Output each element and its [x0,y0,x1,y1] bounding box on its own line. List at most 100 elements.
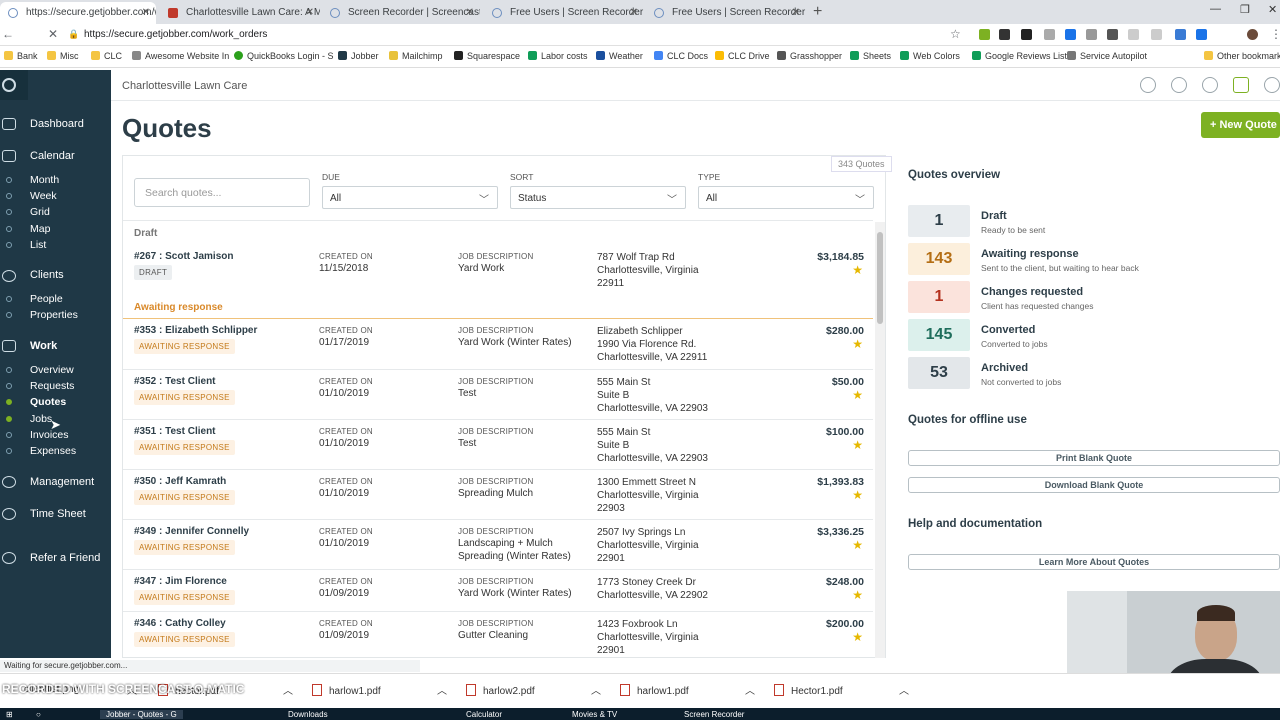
download-blank-quote-button[interactable]: Download Blank Quote [908,477,1280,493]
sidebar-item-calendar[interactable]: Calendar [30,150,75,162]
quote-number-client[interactable]: #350 : Jeff Kamrath [134,476,226,487]
scrollbar-thumb[interactable] [877,232,883,324]
search-icon[interactable] [1171,77,1187,93]
chevron-up-icon[interactable]: ︿ [283,682,293,697]
bookmark-google-reviews[interactable]: Google Reviews List [972,51,1067,61]
tab-jobber[interactable]: https://secure.getjobber.com/wo ✕ [0,2,156,24]
taskbar-search-icon[interactable]: ○ [36,710,41,719]
quote-row[interactable]: #352 : Test Client AWAITING RESPONSE CREAT… [123,370,873,420]
download-item[interactable]: harlow1.pdf ︿ [312,684,447,697]
star-icon[interactable]: ★ [852,630,863,644]
close-tab-icon[interactable]: ✕ [630,7,638,18]
bookmark-clc[interactable]: CLC [91,51,122,61]
bookmark-jobber[interactable]: Jobber [338,51,379,61]
stat-count[interactable]: 143 [908,243,970,275]
extension-evernote-icon[interactable] [979,29,990,40]
quote-number-client[interactable]: #352 : Test Client [134,376,216,387]
sidebar-item-management[interactable]: Management [30,476,94,488]
reload-icon[interactable]: ✕ [48,27,58,41]
sidebar-item-time-sheet[interactable]: Time Sheet [30,508,86,520]
sidebar-item-week[interactable]: Week [30,190,57,202]
sidebar-item-requests[interactable]: Requests [30,380,74,392]
extension-icon[interactable] [1196,29,1207,40]
apps-icon[interactable] [1140,77,1156,93]
quote-row[interactable]: #349 : Jennifer Connelly AWAITING RESPONS… [123,520,873,570]
taskbar-item-movies[interactable]: Movies & TV [572,710,617,719]
new-tab-button[interactable]: + [813,3,822,21]
sidebar-item-work[interactable]: Work [30,340,57,352]
quote-row[interactable]: #350 : Jeff Kamrath AWAITING RESPONSE CREA… [123,470,873,520]
windows-start-icon[interactable]: ⊞ [6,710,13,719]
bookmark-clc-drive[interactable]: CLC Drive [715,51,770,61]
stat-label[interactable]: Converted [981,324,1035,336]
extension-b-icon[interactable] [1021,29,1032,40]
sidebar-item-clients[interactable]: Clients [30,269,64,281]
quote-row[interactable]: #346 : Cathy Colley AWAITING RESPONSE CREA… [123,612,873,658]
sidebar-item-map[interactable]: Map [30,223,50,235]
chevron-up-icon[interactable]: ︿ [591,682,601,697]
sidebar-item-jobs[interactable]: Jobs [30,413,52,425]
extension-icon[interactable] [1128,29,1139,40]
extension-icon[interactable] [1086,29,1097,40]
bookmark-mailchimp[interactable]: Mailchimp [389,51,443,61]
learn-more-button[interactable]: Learn More About Quotes [908,554,1280,570]
quote-row[interactable]: #347 : Jim Florence AWAITING RESPONSE CREA… [123,570,873,612]
quote-number-client[interactable]: #267 : Scott Jamison [134,251,233,262]
download-item[interactable]: Hector1.pdf ︿ [774,684,909,697]
chevron-up-icon[interactable]: ︿ [437,682,447,697]
bookmark-weather[interactable]: Weather [596,51,643,61]
sidebar-item-people[interactable]: People [30,293,63,305]
extension-icon[interactable] [999,29,1010,40]
sidebar-item-quotes[interactable]: Quotes [30,396,66,408]
sidebar-item-month[interactable]: Month [30,174,59,186]
quote-number-client[interactable]: #346 : Cathy Colley [134,618,226,629]
taskbar-item-screen-recorder[interactable]: Screen Recorder [684,710,744,719]
stat-label[interactable]: Archived [981,362,1028,374]
chevron-up-icon[interactable]: ︿ [899,682,909,697]
settings-gear-icon[interactable] [1264,77,1280,93]
bookmark-service-autopilot[interactable]: Service Autopilot [1067,51,1147,61]
chevron-up-icon[interactable]: ︿ [745,682,755,697]
quote-row[interactable]: #353 : Elizabeth Schlipper AWAITING RESPO… [123,319,873,370]
close-tab-icon[interactable]: ✕ [306,7,314,18]
bookmark-bank[interactable]: Bank [4,51,38,61]
close-tab-icon[interactable]: ✕ [792,7,800,18]
extension-new-icon[interactable] [1065,29,1076,40]
quote-number-client[interactable]: #351 : Test Client [134,426,216,437]
close-window-icon[interactable]: ✕ [1268,3,1277,16]
star-icon[interactable]: ★ [852,538,863,552]
profile-avatar-icon[interactable] [1247,29,1258,40]
tab-free-users-2[interactable]: Free Users | Screen Recorder & V✕ [646,2,806,24]
star-icon[interactable]: ★ [852,388,863,402]
new-quote-button[interactable]: + New Quote [1201,112,1280,138]
sidebar-item-list[interactable]: List [30,239,46,251]
stat-label[interactable]: Awaiting response [981,248,1079,260]
star-icon[interactable]: ★ [852,588,863,602]
search-input[interactable]: Search quotes... [134,178,310,207]
quote-number-client[interactable]: #349 : Jennifer Connelly [134,526,249,537]
sort-filter-select[interactable]: Status ﹀ [510,186,686,209]
taskbar-item-downloads[interactable]: Downloads [288,710,328,719]
bookmark-quickbooks[interactable]: QuickBooks Login - S [234,51,334,61]
stat-count[interactable]: 1 [908,205,970,237]
tab-screen-recorder[interactable]: Screen Recorder | Screencast-O-✕ [322,2,480,24]
bookmark-clc-docs[interactable]: CLC Docs [654,51,708,61]
close-tab-icon[interactable]: ✕ [142,7,150,18]
download-item[interactable]: harlow1.pdf ︿ [620,684,755,697]
extension-f-icon[interactable] [1107,29,1118,40]
quote-number-client[interactable]: #353 : Elizabeth Schlipper [134,325,257,336]
star-icon[interactable]: ★ [852,488,863,502]
type-filter-select[interactable]: All ﹀ [698,186,874,209]
help-icon[interactable] [1202,77,1218,93]
extension-icon[interactable] [1175,29,1186,40]
maximize-icon[interactable]: ❐ [1240,3,1250,16]
bookmark-awesome-website[interactable]: Awesome Website In [132,51,229,61]
extension-icon[interactable] [1151,29,1162,40]
sidebar-item-grid[interactable]: Grid [30,206,50,218]
stat-label[interactable]: Changes requested [981,286,1083,298]
due-filter-select[interactable]: All ﹀ [322,186,498,209]
star-icon[interactable]: ★ [852,263,863,277]
download-item[interactable]: harlow2.pdf ︿ [466,684,601,697]
close-tab-icon[interactable]: ✕ [466,7,474,18]
star-icon[interactable]: ★ [852,337,863,351]
